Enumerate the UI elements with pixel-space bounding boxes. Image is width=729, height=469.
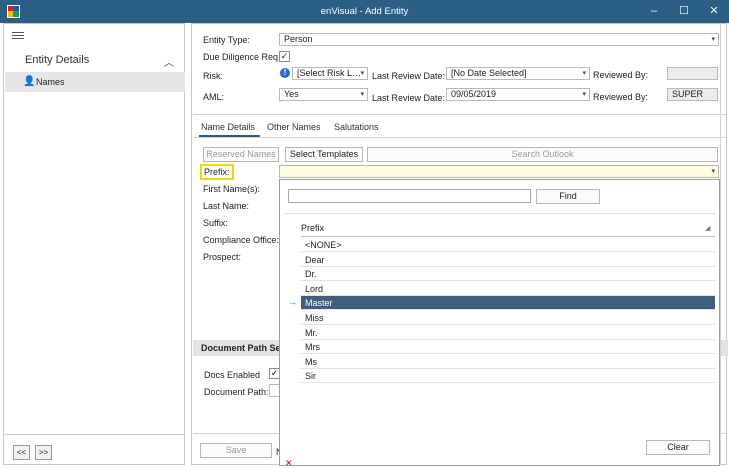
prospect-label: Prospect:	[203, 252, 242, 262]
last-review-date-value: 09/05/2019	[451, 89, 497, 99]
clear-button[interactable]: Clear	[646, 440, 710, 455]
maximize-button[interactable]: ☐	[670, 3, 698, 20]
last-name-label: Last Name:	[203, 201, 250, 211]
list-item[interactable]: Dear	[301, 253, 715, 267]
prefix-search-input[interactable]	[288, 189, 531, 203]
divider	[5, 434, 185, 435]
reviewed-by-label: Reviewed By:	[593, 70, 649, 80]
person-icon: 👤	[23, 76, 36, 87]
risk-value: [Select Risk L…	[297, 68, 362, 78]
list-item[interactable]: <NONE>	[301, 238, 715, 252]
error-icon: ✕	[285, 458, 293, 468]
hamburger-menu-icon[interactable]	[12, 32, 24, 41]
save-button[interactable]: Save	[200, 443, 272, 458]
sidebar-item-names[interactable]: 👤 Names	[5, 72, 185, 92]
tab-salutations[interactable]: Salutations	[334, 122, 379, 132]
window-title: enVisual - Add Entity	[320, 6, 409, 17]
minimize-button[interactable]: –	[640, 3, 668, 20]
chevron-down-icon: ▾	[711, 36, 715, 43]
reviewed-by-label: Reviewed By:	[593, 92, 649, 102]
title-bar: enVisual - Add Entity – ☐ ✕	[0, 0, 729, 23]
pager-next-button[interactable]: >>	[35, 445, 52, 460]
pager-prev-button[interactable]: <<	[13, 445, 30, 460]
tab-other-names[interactable]: Other Names	[267, 122, 321, 132]
due-diligence-label: Due Diligence Req.	[203, 52, 281, 62]
reserved-names-button[interactable]: Reserved Names	[203, 147, 279, 162]
aml-select[interactable]: Yes ▾	[279, 88, 368, 101]
close-button[interactable]: ✕	[700, 3, 728, 20]
risk-select[interactable]: [Select Risk L… ▾	[292, 67, 368, 80]
divider	[301, 236, 715, 237]
risk-label: Risk:	[203, 71, 223, 81]
select-templates-button[interactable]: Select Templates	[285, 147, 363, 162]
last-review-date-value: [No Date Selected]	[451, 68, 527, 78]
list-item[interactable]: Miss	[301, 311, 715, 325]
list-item[interactable]: Master	[301, 296, 715, 311]
compliance-office-label: Compliance Office:	[203, 235, 279, 245]
docs-enabled-label: Docs Enabled	[204, 370, 261, 380]
chevron-up-icon[interactable]: ︿	[164, 54, 174, 69]
row-indicator-arrow-icon: →	[288, 297, 297, 308]
prefix-dropdown-popup: Find Prefix ◢ <NONE> Dear Dr. Lord Master → Mi…	[279, 179, 720, 466]
chevron-down-icon: ▾	[360, 91, 364, 98]
entity-type-value: Person	[284, 34, 313, 44]
divider	[193, 137, 726, 138]
divider	[193, 114, 726, 115]
aml-value: Yes	[284, 89, 299, 99]
reviewed-by-field: SUPER	[667, 88, 718, 101]
last-review-date-label: Last Review Date:	[372, 71, 446, 81]
prefix-label: Prefix:	[200, 164, 234, 180]
list-item[interactable]: Lord	[301, 282, 715, 296]
due-diligence-checkbox[interactable]: ✓	[279, 51, 290, 62]
list-item[interactable]: Dr.	[301, 267, 715, 282]
list-item[interactable]: Mrs	[301, 340, 715, 355]
grid-column-header[interactable]: Prefix	[301, 223, 324, 233]
entity-type-label: Entity Type:	[203, 35, 250, 45]
reviewed-by-field	[667, 67, 718, 80]
info-icon[interactable]: !	[280, 68, 290, 78]
search-outlook-button[interactable]: Search Outlook	[367, 147, 718, 162]
prefix-select[interactable]: ▾	[279, 165, 719, 178]
list-item[interactable]: Mr.	[301, 326, 715, 340]
chevron-down-icon: ▾	[582, 91, 586, 98]
sidebar-section-title[interactable]: Entity Details	[25, 54, 89, 66]
entity-type-select[interactable]: Person ▾	[279, 33, 719, 46]
list-item[interactable]: Ms	[301, 355, 715, 369]
chevron-down-icon: ▾	[711, 168, 715, 175]
sidebar-item-label: Names	[36, 77, 65, 87]
last-review-date-label: Last Review Date:	[372, 93, 446, 103]
document-path-label: Document Path:	[204, 387, 269, 397]
last-review-date-field[interactable]: [No Date Selected] ▾	[446, 67, 590, 80]
tab-name-details[interactable]: Name Details	[201, 122, 255, 132]
suffix-label: Suffix:	[203, 218, 228, 228]
find-button[interactable]: Find	[536, 189, 600, 204]
aml-label: AML:	[203, 92, 225, 102]
last-review-date-field[interactable]: 09/05/2019 ▾	[446, 88, 590, 101]
chevron-down-icon: ▾	[582, 70, 586, 77]
sort-indicator-icon: ◢	[705, 225, 711, 232]
chevron-down-icon: ▾	[360, 70, 364, 77]
sidebar: Entity Details ︿ 👤 Names << >>	[3, 23, 185, 465]
first-names-label: First Name(s):	[203, 184, 260, 194]
vertical-scrollbar[interactable]	[720, 23, 727, 465]
list-item[interactable]: Sir	[301, 369, 715, 384]
